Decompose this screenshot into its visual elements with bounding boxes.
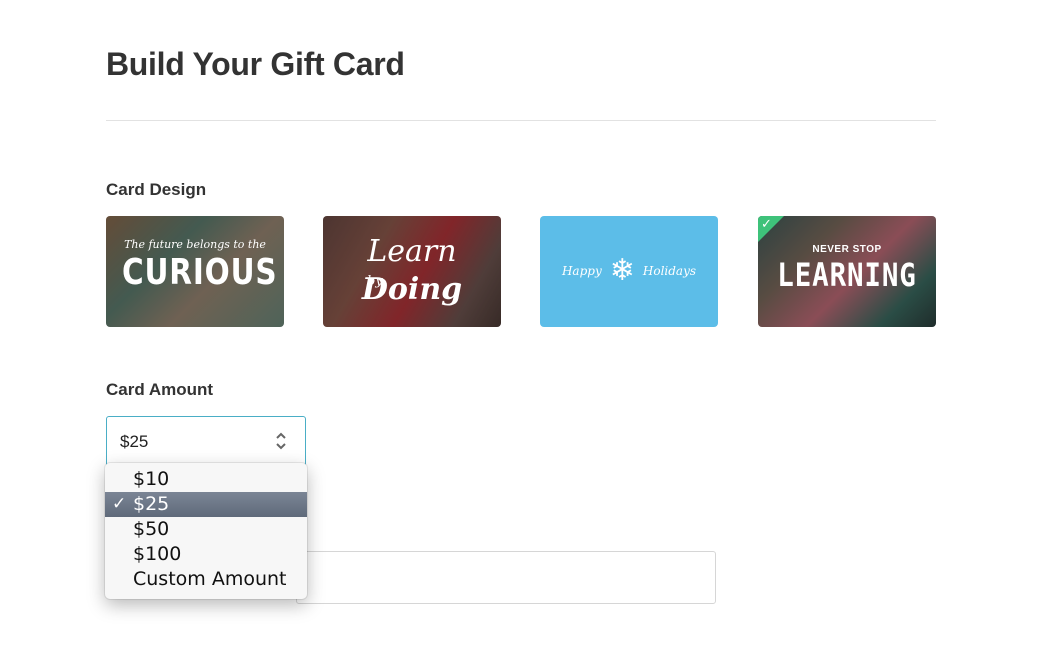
card-tagline: NEVER STOP	[812, 244, 882, 255]
card-headline: LEARNING	[777, 256, 917, 294]
card-amount-value: $25	[120, 432, 149, 451]
card-greeting-right: Holidays	[642, 264, 697, 278]
page-title: Build Your Gift Card	[106, 46, 405, 82]
option-label: $50	[133, 518, 170, 540]
card-amount-select[interactable]: $25	[106, 416, 306, 466]
select-arrows-icon	[276, 432, 286, 450]
card-tagline: The future belongs to the	[124, 238, 266, 251]
amount-option-100[interactable]: $100	[105, 542, 307, 567]
option-label: Custom Amount	[133, 568, 287, 590]
card-design-curious[interactable]: The future belongs to the CURIOUS	[106, 216, 284, 327]
amount-option-custom[interactable]: Custom Amount	[105, 567, 307, 592]
card-greeting-left: Happy	[561, 264, 602, 278]
obscured-text-input[interactable]	[296, 551, 716, 604]
card-greeting: Happy ❄ Holidays	[540, 253, 718, 288]
checkmark-icon: ✓	[112, 494, 127, 514]
snowflake-icon: ❄	[609, 253, 635, 288]
option-label: $10	[133, 468, 170, 490]
title-divider	[106, 120, 936, 121]
checkmark-icon: ✓	[761, 216, 772, 231]
amount-option-50[interactable]: $50	[105, 517, 307, 542]
card-subline: Doing	[361, 272, 463, 307]
amount-option-10[interactable]: $10	[105, 467, 307, 492]
option-label: $100	[133, 543, 182, 565]
card-headline: CURIOUS	[122, 252, 278, 293]
option-label: $25	[133, 493, 170, 515]
card-design-label: Card Design	[106, 180, 207, 199]
card-amount-dropdown[interactable]: $10 ✓ $25 $50 $100 Custom Amount	[105, 463, 307, 599]
card-amount-label: Card Amount	[106, 380, 214, 399]
card-headline: Learn	[367, 234, 457, 269]
card-design-learn-by-doing[interactable]: Learn by Doing	[323, 216, 501, 327]
card-design-never-stop-learning[interactable]: NEVER STOP LEARNING ✓	[758, 216, 936, 327]
amount-option-25[interactable]: ✓ $25	[105, 492, 307, 517]
card-design-happy-holidays[interactable]: Happy ❄ Holidays	[540, 216, 718, 327]
